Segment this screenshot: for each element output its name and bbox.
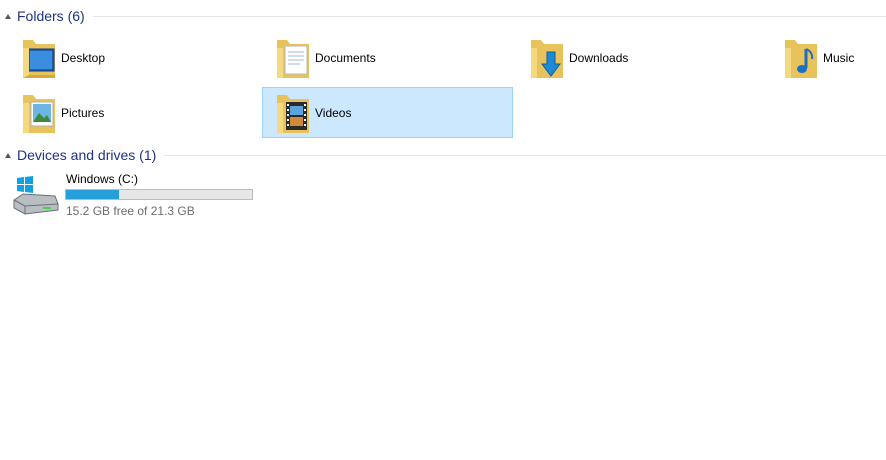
drive-usage-fill [66, 190, 120, 199]
music-folder-icon [785, 39, 817, 78]
drive-usage-bar [65, 189, 253, 200]
drive-name: Windows (C:) [66, 172, 139, 186]
videos-folder-icon [277, 94, 309, 133]
folder-label: Desktop [61, 50, 106, 65]
collapse-arrow-icon[interactable] [5, 152, 11, 158]
folder-pictures[interactable]: Pictures [8, 87, 258, 138]
folder-downloads[interactable]: Downloads [516, 32, 766, 83]
collapse-arrow-icon[interactable] [5, 13, 11, 19]
folder-label: Downloads [569, 50, 629, 65]
group-divider [92, 16, 886, 17]
drive-free-space: 15.2 GB free of 21.3 GB [66, 204, 195, 218]
group-title: Devices and drives (1) [17, 147, 157, 163]
hard-drive-icon [13, 176, 59, 215]
folder-documents[interactable]: Documents [262, 32, 512, 83]
folder-label: Pictures [61, 105, 105, 120]
folder-label: Documents [315, 50, 376, 65]
folders-group-header[interactable]: Folders (6) [0, 5, 886, 27]
group-title: Folders (6) [17, 8, 85, 24]
folder-desktop[interactable]: Desktop [8, 32, 258, 83]
folder-music[interactable]: Music [770, 32, 886, 83]
desktop-folder-icon [23, 39, 55, 78]
folder-videos[interactable]: Videos [262, 87, 513, 138]
folder-label: Videos [315, 105, 352, 120]
documents-folder-icon [277, 39, 309, 78]
downloads-folder-icon [531, 39, 563, 78]
folder-label: Music [823, 50, 855, 65]
pictures-folder-icon [23, 94, 55, 133]
drive-windows-c[interactable]: Windows (C:) 15.2 GB free of 21.3 GB [8, 170, 268, 222]
group-divider [164, 155, 886, 156]
drives-group-header[interactable]: Devices and drives (1) [0, 144, 886, 166]
